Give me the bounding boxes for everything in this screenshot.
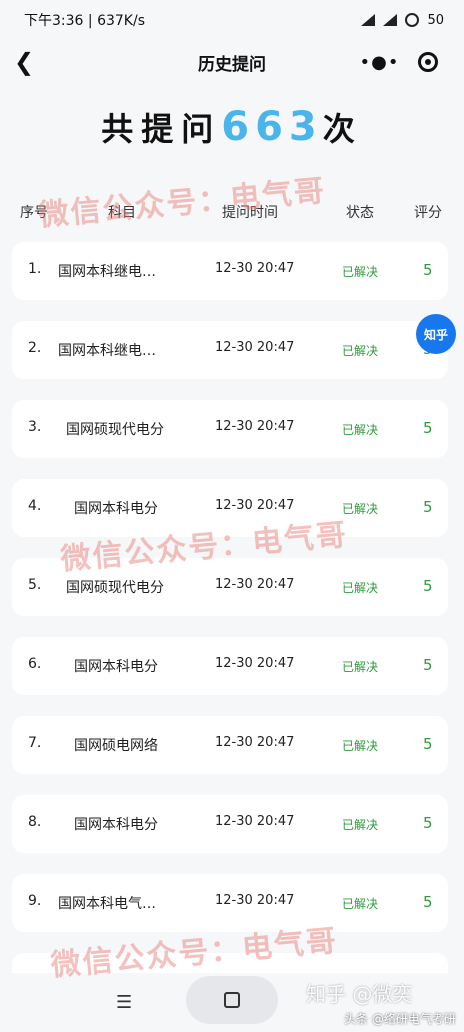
- row-status: 已解决: [342, 502, 379, 516]
- row-subject: 国网硕电网络: [74, 738, 158, 754]
- row-subject: 国网本科电分: [74, 501, 158, 517]
- table-row[interactable]: 2. 国网本科继电… 12-30 20:47 已解决 5: [12, 321, 448, 379]
- status-time: 下午3:36: [24, 13, 84, 29]
- row-subject: 国网本科电分: [74, 659, 158, 675]
- signal-icon-2: [383, 14, 398, 26]
- back-icon[interactable]: ❮: [14, 48, 34, 76]
- row-time: 12-30 20:47: [215, 735, 295, 750]
- home-icon: [224, 992, 240, 1008]
- row-score: 5: [423, 419, 433, 437]
- row-score: 5: [423, 814, 433, 832]
- row-score: 5: [423, 656, 433, 674]
- signal-icon: [361, 14, 376, 26]
- row-status: 已解决: [342, 265, 379, 279]
- row-score: 5: [423, 498, 433, 516]
- row-subject: 国网硕现代电分: [66, 422, 164, 438]
- nav-bar: ❮ 历史提问 •●•: [0, 40, 464, 84]
- battery-icon: [405, 13, 420, 27]
- row-time: 12-30 20:47: [215, 419, 295, 434]
- row-index: 3.: [28, 419, 42, 435]
- status-left: 下午3:36 | 637K/s: [24, 13, 145, 29]
- page-title: 历史提问: [198, 54, 266, 75]
- row-index: 7.: [28, 735, 42, 751]
- total-prefix: 共提问: [101, 110, 222, 148]
- row-score: 5: [423, 261, 433, 279]
- row-index: 9.: [28, 893, 42, 909]
- table-row[interactable]: 1. 国网本科继电… 12-30 20:47 已解决 5: [12, 242, 448, 300]
- row-index: 2.: [28, 340, 42, 356]
- toutiao-credit: 头条 @络研电气考研: [344, 1012, 456, 1026]
- row-index: 5.: [28, 577, 42, 593]
- row-index: 8.: [28, 814, 42, 830]
- row-time: 12-30 20:47: [215, 814, 295, 829]
- zhihu-credit: 知乎 @微奕: [306, 982, 413, 1006]
- row-time: 12-30 20:47: [215, 498, 295, 513]
- home-button[interactable]: [186, 976, 278, 1024]
- row-subject: 国网硕现代电分: [66, 580, 164, 596]
- row-subject: 国网本科继电…: [58, 343, 156, 359]
- row-subject: 国网本科电分: [74, 817, 158, 833]
- row-status: 已解决: [342, 344, 379, 358]
- row-time: 12-30 20:47: [215, 893, 295, 908]
- menu-icon[interactable]: ☰: [116, 992, 132, 1013]
- battery-level: 50: [427, 12, 444, 28]
- row-index: 4.: [28, 498, 42, 514]
- watermark: 微信公众号：电气哥: [37, 173, 328, 234]
- row-time: 12-30 20:47: [215, 656, 295, 671]
- table-row[interactable]: 8. 国网本科电分 12-30 20:47 已解决 5: [12, 795, 448, 853]
- status-bar: 下午3:36 | 637K/s 50: [0, 0, 464, 40]
- miniprogram-capsule: •●•: [350, 46, 448, 78]
- table-row[interactable]: 7. 国网硕电网络 12-30 20:47 已解决 5: [12, 716, 448, 774]
- close-miniprogram-icon[interactable]: [418, 52, 439, 72]
- zhihu-badge: 知乎: [416, 314, 456, 354]
- network-speed: 637K/s: [97, 13, 145, 29]
- row-subject: 国网本科电气…: [58, 896, 156, 912]
- row-score: 5: [423, 735, 433, 753]
- row-status: 已解决: [342, 423, 379, 437]
- row-subject: 国网本科继电…: [58, 264, 156, 280]
- row-time: 12-30 20:47: [215, 261, 295, 276]
- total-count: 663: [221, 104, 323, 150]
- total-suffix: 次: [322, 110, 363, 148]
- row-time: 12-30 20:47: [215, 577, 295, 592]
- table-row[interactable]: 9. 国网本科电气… 12-30 20:47 已解决 5: [12, 874, 448, 932]
- table-row[interactable]: 3. 国网硕现代电分 12-30 20:47 已解决 5: [12, 400, 448, 458]
- row-index: 6.: [28, 656, 42, 672]
- row-status: 已解决: [342, 660, 379, 674]
- row-status: 已解决: [342, 739, 379, 753]
- table-row[interactable]: 6. 国网本科电分 12-30 20:47 已解决 5: [12, 637, 448, 695]
- row-score: 5: [423, 893, 433, 911]
- header-score: 评分: [414, 205, 442, 221]
- row-status: 已解决: [342, 897, 379, 911]
- row-index: 1.: [28, 261, 42, 277]
- row-status: 已解决: [342, 818, 379, 832]
- status-right: 50: [361, 13, 444, 28]
- row-score: 5: [423, 577, 433, 595]
- question-total: 共提问663次: [0, 104, 464, 150]
- row-status: 已解决: [342, 581, 379, 595]
- more-icon[interactable]: •●•: [360, 52, 400, 73]
- header-status: 状态: [346, 205, 374, 221]
- row-time: 12-30 20:47: [215, 340, 295, 355]
